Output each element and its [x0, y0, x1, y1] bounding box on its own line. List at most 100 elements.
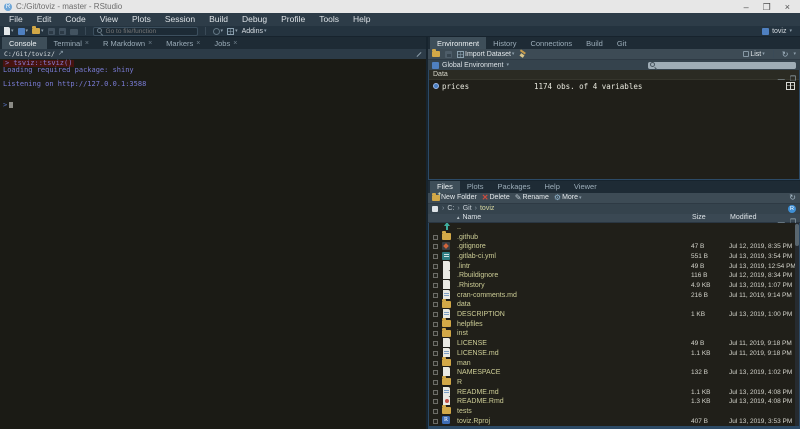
- file-checkbox[interactable]: [433, 244, 438, 249]
- scope-selector[interactable]: Global Environment: [442, 62, 503, 69]
- console-tab[interactable]: Terminal ×: [47, 37, 96, 49]
- environment-tab[interactable]: Git: [610, 37, 634, 49]
- file-checkbox[interactable]: [433, 419, 438, 424]
- files-tab[interactable]: Plots: [460, 181, 491, 193]
- file-checkbox[interactable]: [433, 235, 438, 240]
- file-checkbox[interactable]: [433, 380, 438, 385]
- file-name[interactable]: man: [457, 360, 471, 367]
- file-name[interactable]: helpfiles: [457, 321, 483, 328]
- file-row[interactable]: data: [429, 300, 799, 310]
- addins-button[interactable]: Addins▾: [242, 28, 267, 35]
- file-row[interactable]: toviz.Rproj 407 B Jul 13, 2019, 3:53 PM: [429, 416, 799, 426]
- save-workspace-button[interactable]: [445, 51, 452, 58]
- menu-item[interactable]: Code: [58, 13, 92, 26]
- menu-item[interactable]: Plots: [125, 13, 158, 26]
- scrollbar[interactable]: [795, 223, 799, 426]
- file-name[interactable]: .Rhistory: [457, 282, 485, 289]
- clear-workspace-button[interactable]: [519, 50, 527, 58]
- goto-file-input[interactable]: [106, 28, 194, 35]
- file-checkbox[interactable]: [433, 273, 438, 278]
- delete-button[interactable]: ✕ Delete: [482, 194, 510, 202]
- import-dataset-button[interactable]: Import Dataset ▾: [457, 51, 514, 58]
- file-name[interactable]: .gitlab-ci.yml: [457, 253, 496, 260]
- file-name[interactable]: cran-comments.md: [457, 292, 517, 299]
- file-checkbox[interactable]: [433, 331, 438, 336]
- menu-item[interactable]: Debug: [235, 13, 274, 26]
- file-name[interactable]: .github: [457, 234, 478, 241]
- close-icon[interactable]: ×: [85, 40, 89, 47]
- save-button[interactable]: [48, 28, 55, 35]
- file-row[interactable]: .lintr 49 B Jul 13, 2019, 12:54 PM: [429, 261, 799, 271]
- console-tab[interactable]: Jobs ×: [207, 37, 244, 49]
- file-row[interactable]: inst: [429, 329, 799, 339]
- file-checkbox[interactable]: [433, 264, 438, 269]
- file-name[interactable]: .gitignore: [457, 243, 486, 250]
- refresh-icon[interactable]: ↻: [782, 50, 789, 59]
- file-name[interactable]: LICENSE.md: [457, 350, 499, 357]
- menu-item[interactable]: Session: [158, 13, 202, 26]
- file-row[interactable]: R: [429, 378, 799, 388]
- file-checkbox[interactable]: [433, 390, 438, 395]
- file-row[interactable]: man: [429, 358, 799, 368]
- console-tab[interactable]: Markers ×: [159, 37, 207, 49]
- menu-item[interactable]: Tools: [312, 13, 346, 26]
- file-name[interactable]: data: [457, 301, 471, 308]
- files-tab[interactable]: Files: [430, 181, 460, 193]
- file-row[interactable]: cran-comments.md 216 B Jul 11, 2019, 9:1…: [429, 290, 799, 300]
- file-name[interactable]: R: [457, 379, 462, 386]
- minimize-button[interactable]: –: [744, 2, 749, 12]
- resize-pane-icon[interactable]: [415, 51, 422, 58]
- file-row[interactable]: helpfiles: [429, 319, 799, 329]
- object-name[interactable]: prices: [442, 82, 534, 91]
- file-checkbox[interactable]: [433, 409, 438, 414]
- file-name[interactable]: NAMESPACE: [457, 369, 500, 376]
- menu-item[interactable]: View: [93, 13, 125, 26]
- close-icon[interactable]: ×: [148, 40, 152, 47]
- breadcrumb-segment[interactable]: C:: [439, 205, 454, 212]
- file-row[interactable]: tests: [429, 407, 799, 417]
- file-row[interactable]: DESCRIPTION 1 KB Jul 13, 2019, 1:00 PM: [429, 310, 799, 320]
- files-tab[interactable]: Viewer: [567, 181, 604, 193]
- file-name[interactable]: README.md: [457, 389, 499, 396]
- files-tab[interactable]: Packages: [491, 181, 538, 193]
- file-row[interactable]: .gitlab-ci.yml 551 B Jul 13, 2019, 3:54 …: [429, 252, 799, 262]
- file-name[interactable]: toviz.Rproj: [457, 418, 490, 425]
- maximize-button[interactable]: ❐: [763, 2, 771, 12]
- environment-tab[interactable]: History: [486, 37, 523, 49]
- r-project-badge-icon[interactable]: R: [788, 205, 796, 213]
- file-checkbox[interactable]: [433, 293, 438, 298]
- expand-object-icon[interactable]: [433, 83, 439, 89]
- close-icon[interactable]: ×: [233, 40, 237, 47]
- load-workspace-button[interactable]: [432, 51, 440, 57]
- tools-button[interactable]: ▾: [213, 28, 224, 35]
- breadcrumb-segment[interactable]: Git: [454, 205, 471, 212]
- breadcrumb-segment[interactable]: toviz: [472, 205, 495, 212]
- pane-layout-button[interactable]: ▾: [227, 28, 238, 35]
- environment-tab[interactable]: Connections: [523, 37, 579, 49]
- file-row[interactable]: .github: [429, 232, 799, 242]
- environment-object-row[interactable]: prices 1174 obs. of 4 variables: [429, 80, 799, 92]
- file-name[interactable]: LICENSE: [457, 340, 487, 347]
- file-name[interactable]: README.Rmd: [457, 398, 504, 405]
- file-checkbox[interactable]: [433, 254, 438, 259]
- file-row[interactable]: ..: [429, 223, 799, 233]
- rename-button[interactable]: ✎ Rename: [515, 194, 549, 202]
- go-to-directory-icon[interactable]: ↗: [58, 50, 64, 58]
- refresh-icon[interactable]: ↻: [789, 193, 796, 202]
- open-file-button[interactable]: ▾: [32, 28, 44, 34]
- console-tab[interactable]: Console: [2, 37, 47, 49]
- minimize-pane-icon[interactable]: —: [778, 75, 785, 85]
- file-row[interactable]: README.Rmd 1.3 KB Jul 13, 2019, 4:08 PM: [429, 397, 799, 407]
- file-row[interactable]: .Rbuildignore 116 B Jul 12, 2019, 8:34 P…: [429, 271, 799, 281]
- console-output[interactable]: > tsviz::tsviz()Loading required package…: [0, 59, 426, 429]
- file-name[interactable]: ..: [457, 224, 461, 231]
- file-row[interactable]: README.md 1.1 KB Jul 13, 2019, 4:08 PM: [429, 387, 799, 397]
- file-name[interactable]: DESCRIPTION: [457, 311, 505, 318]
- environment-tab[interactable]: Build: [579, 37, 610, 49]
- save-all-button[interactable]: [59, 28, 66, 35]
- name-column-header[interactable]: Name: [456, 214, 692, 221]
- file-name[interactable]: tests: [457, 408, 472, 415]
- file-checkbox[interactable]: [433, 370, 438, 375]
- files-tab[interactable]: Help: [537, 181, 566, 193]
- goto-file-search[interactable]: [93, 27, 198, 36]
